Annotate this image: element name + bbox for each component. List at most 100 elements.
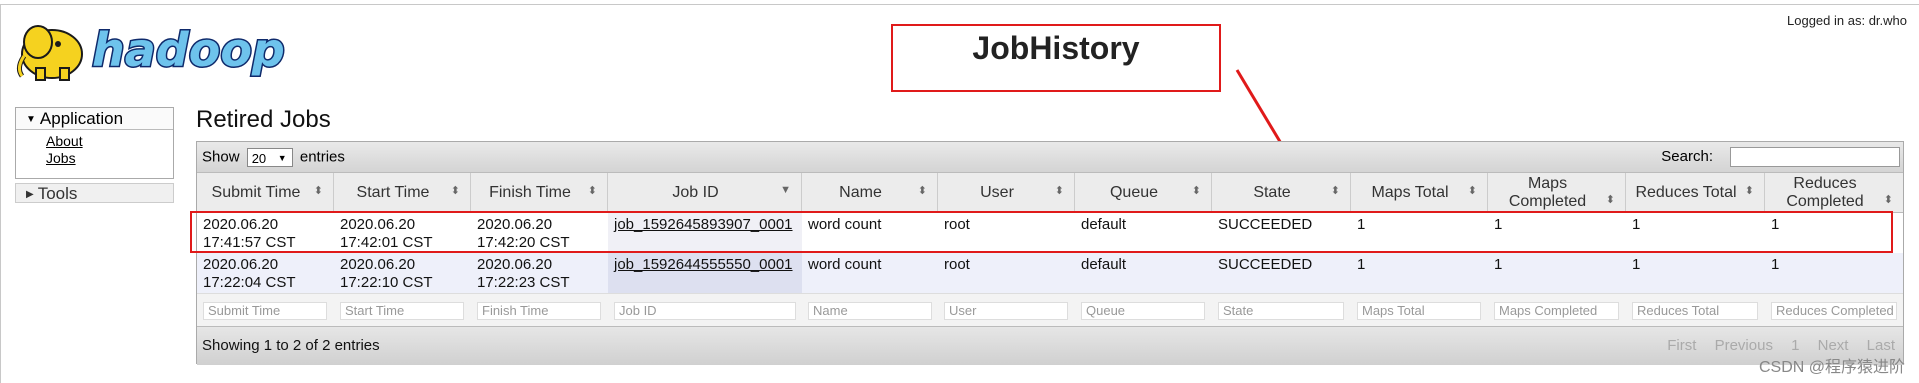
search-input[interactable] [1730,147,1900,167]
sidebar-tools[interactable]: ▶ Tools [15,183,174,203]
job-id-cell: job_1592644555550_0001 [608,253,802,293]
sort-icon: ⬍ [450,185,460,197]
column-header-submit-time[interactable]: Submit Time ⬍ [197,173,334,212]
sort-icon: ⬍ [917,185,927,197]
column-header-state[interactable]: State ⬍ [1212,173,1351,212]
column-header-label: Name [839,184,882,201]
sort-icon: ⬍ [1883,194,1893,206]
filter-maps-total-input[interactable]: Maps Total [1357,302,1481,320]
sidebar-tools-label: Tools [37,184,78,203]
sort-icon: ⬍ [1191,185,1201,197]
entries-select[interactable]: 20 ▼ [246,148,293,167]
sidebar-application-header[interactable]: ▼ Application [16,108,173,130]
column-header-label: Submit Time [211,184,301,201]
column-header-job-id[interactable]: Job ID ▼ [608,173,802,212]
show-label: Show [202,148,240,166]
column-header-label: Finish Time [489,184,571,201]
table-row: 2020.06.20 17:22:04 CST 2020.06.20 17:22:1… [197,253,1903,293]
elephant-icon [16,25,83,81]
submit-time-cell: 2020.06.20 17:22:04 CST [203,256,296,291]
queue-cell: default [1081,256,1127,273]
column-header-label: Maps Total [1371,184,1449,201]
finish-time-cell: 2020.06.20 17:22:23 CST [477,256,570,291]
job-id-link[interactable]: job_1592644555550_0001 [614,256,793,273]
sort-icon: ⬍ [313,185,323,197]
column-header-name[interactable]: Name ⬍ [802,173,938,212]
pagination: First Previous 1 Next Last [1653,337,1895,354]
hadoop-logo: hadoop [16,22,286,81]
table-header: Submit Time ⬍ Start Time ⬍ Finish Time ⬍ Jo… [197,173,1903,213]
filter-submit-time-input[interactable]: Submit Time [203,302,327,320]
pager-previous-button[interactable]: Previous [1715,337,1773,354]
logged-in-status: Logged in as: dr.who [1787,13,1907,28]
triangle-right-icon: ▶ [26,189,34,200]
column-header-start-time[interactable]: Start Time ⬍ [334,173,471,212]
state-cell: SUCCEEDED [1218,256,1313,273]
page-top-border [0,4,1919,5]
filter-reduces-completed-input[interactable]: Reduces Completed [1771,302,1897,320]
column-header-user[interactable]: User ⬍ [938,173,1075,212]
column-header-finish-time[interactable]: Finish Time ⬍ [471,173,608,212]
maps-total-cell: 1 [1357,256,1366,273]
filter-queue-input[interactable]: Queue [1081,302,1205,320]
sort-icon: ⬍ [587,185,597,197]
sort-icon: ⬍ [1744,185,1754,197]
page-title: Retired Jobs [196,106,331,133]
column-header-maps-total[interactable]: Maps Total ⬍ [1351,173,1488,212]
sidebar-link-jobs[interactable]: Jobs [46,150,173,167]
entries-value: 20 [251,151,267,166]
sort-icon: ⬍ [1605,194,1615,206]
page-left-border [0,4,1,383]
filter-state-input[interactable]: State [1218,302,1344,320]
pager-next-button[interactable]: Next [1818,337,1849,354]
sort-icon: ⬍ [1467,185,1477,197]
sort-icon: ⬍ [1330,185,1340,197]
sort-desc-icon: ▼ [780,184,791,196]
filter-job-id-input[interactable]: Job ID [614,302,796,320]
column-filter-row: Submit Time Start Time Finish Time Job I… [197,293,1903,326]
column-header-reduces-completed[interactable]: Reduces Completed ⬍ [1765,173,1903,212]
table-footer: Showing 1 to 2 of 2 entries First Previo… [197,326,1903,365]
column-header-maps-completed[interactable]: Maps Completed ⬍ [1488,173,1626,212]
column-header-label: Job ID [672,184,719,201]
start-time-cell: 2020.06.20 17:22:10 CST [340,256,433,291]
search-label: Search: [1661,148,1713,165]
column-header-label: State [1253,184,1291,201]
row-highlight-annotation [190,211,1893,253]
reduces-total-cell: 1 [1632,256,1641,273]
pager-page-1[interactable]: 1 [1791,337,1799,354]
filter-reduces-total-input[interactable]: Reduces Total [1632,302,1758,320]
svg-text:hadoop: hadoop [92,23,285,77]
filter-user-input[interactable]: User [944,302,1068,320]
caret-down-icon: ▼ [277,153,287,163]
entries-info: Showing 1 to 2 of 2 entries [202,337,380,354]
watermark: CSDN @程序猿进阶 [1758,359,1905,376]
sort-icon: ⬍ [1054,185,1064,197]
column-header-queue[interactable]: Queue ⬍ [1075,173,1212,212]
column-header-label: User [980,184,1014,201]
filter-start-time-input[interactable]: Start Time [340,302,464,320]
column-header-label: Maps Completed [1508,175,1587,210]
column-header-label: Queue [1109,184,1159,201]
column-header-label: Reduces Completed [1786,175,1864,210]
entries-control: Show 20 ▼ entries [202,148,345,167]
maps-completed-cell: 1 [1494,256,1503,273]
table-toolbar: Show 20 ▼ entries Search: [197,142,1903,173]
column-header-label: Reduces Total [1635,184,1737,201]
name-cell: word count [808,256,882,273]
triangle-down-icon: ▼ [26,114,36,125]
filter-finish-time-input[interactable]: Finish Time [477,302,601,320]
pager-first-button[interactable]: First [1667,337,1696,354]
sidebar-link-about[interactable]: About [46,133,173,150]
filter-name-input[interactable]: Name [808,302,932,320]
column-header-reduces-total[interactable]: Reduces Total ⬍ [1626,173,1765,212]
user-cell: root [944,256,970,273]
filter-maps-completed-input[interactable]: Maps Completed [1494,302,1619,320]
reduces-completed-cell: 1 [1771,256,1780,273]
annotation-label: JobHistory [972,30,1140,66]
entries-label: entries [299,148,345,166]
pager-last-button[interactable]: Last [1867,337,1895,354]
column-header-label: Start Time [356,184,430,201]
sidebar-application: ▼ Application About Jobs [15,107,174,179]
sidebar-application-label: Application [39,109,124,128]
